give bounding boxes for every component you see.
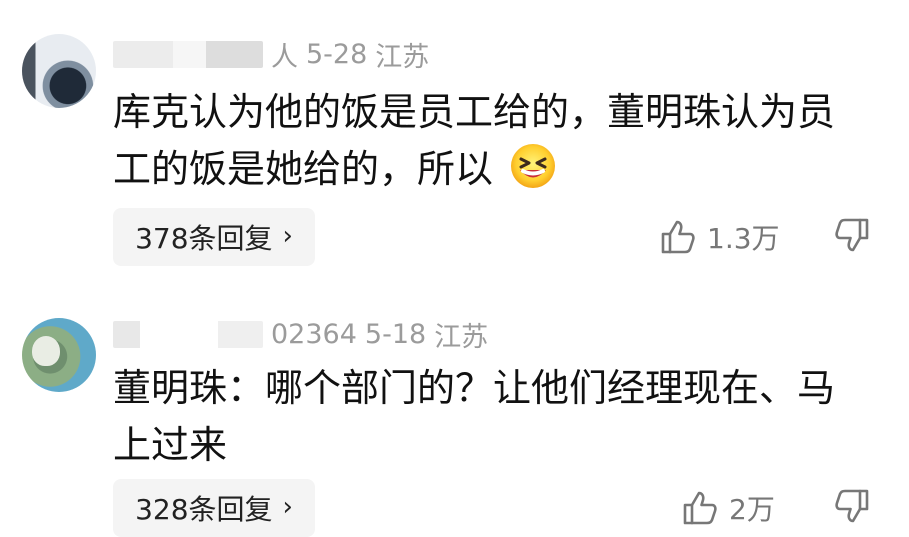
like-button[interactable]: 1.3万 xyxy=(659,216,780,258)
replies-button[interactable]: 328条回复 › xyxy=(113,479,315,537)
comment-body: 董明珠：哪个部门的？让他们经理现在、马 上过来 xyxy=(113,360,883,474)
avatar[interactable] xyxy=(22,318,96,392)
comment-date: 5-18 xyxy=(364,318,427,350)
thumbs-down-icon xyxy=(833,487,871,525)
comment-body: 库克认为他的饭是员工给的，董明珠认为员 工的饭是她给的，所以 xyxy=(113,84,883,198)
like-count: 2万 xyxy=(729,493,775,526)
redacted-username xyxy=(113,320,263,348)
replies-count: 378条回复 xyxy=(135,222,273,255)
comment-location: 江苏 xyxy=(434,321,489,353)
username[interactable]: 人 xyxy=(271,35,298,74)
comment-line: 工的饭是她给的，所以 xyxy=(113,141,883,198)
redacted-username xyxy=(113,40,263,68)
chevron-right-icon: › xyxy=(282,492,293,522)
comment-date: 5-28 xyxy=(306,38,368,70)
comment-meta: 人 5-28 江苏 xyxy=(113,35,430,74)
thumbs-up-svg xyxy=(661,220,695,254)
thumbs-up-icon xyxy=(659,218,697,256)
thumbs-down-svg xyxy=(835,218,869,252)
comment-line: 库克认为他的饭是员工给的，董明珠认为员 xyxy=(113,90,836,134)
comment-line-text: 工的饭是她给的，所以 xyxy=(113,147,494,191)
chevron-right-icon: › xyxy=(282,221,293,251)
thumbs-down-svg xyxy=(835,489,869,523)
replies-button[interactable]: 378条回复 › xyxy=(113,208,315,266)
thumbs-up-svg xyxy=(683,491,717,525)
grinning-squinting-face-icon xyxy=(509,142,557,190)
dislike-button[interactable] xyxy=(831,214,873,256)
comment-location: 江苏 xyxy=(375,41,430,73)
emoji-svg xyxy=(511,144,556,188)
thumbs-down-icon xyxy=(833,216,871,254)
comment-line: 上过来 xyxy=(113,423,228,467)
thumbs-up-icon xyxy=(681,489,719,527)
username[interactable]: 02364 xyxy=(271,319,357,350)
replies-count: 328条回复 xyxy=(135,493,273,526)
like-count: 1.3万 xyxy=(707,222,780,255)
comment-meta: 02364 5-18 江苏 xyxy=(113,316,489,353)
like-button[interactable]: 2万 xyxy=(681,487,775,529)
dislike-button[interactable] xyxy=(831,485,873,527)
avatar[interactable] xyxy=(22,34,96,108)
comment-line: 董明珠：哪个部门的？让他们经理现在、马 xyxy=(113,366,836,410)
